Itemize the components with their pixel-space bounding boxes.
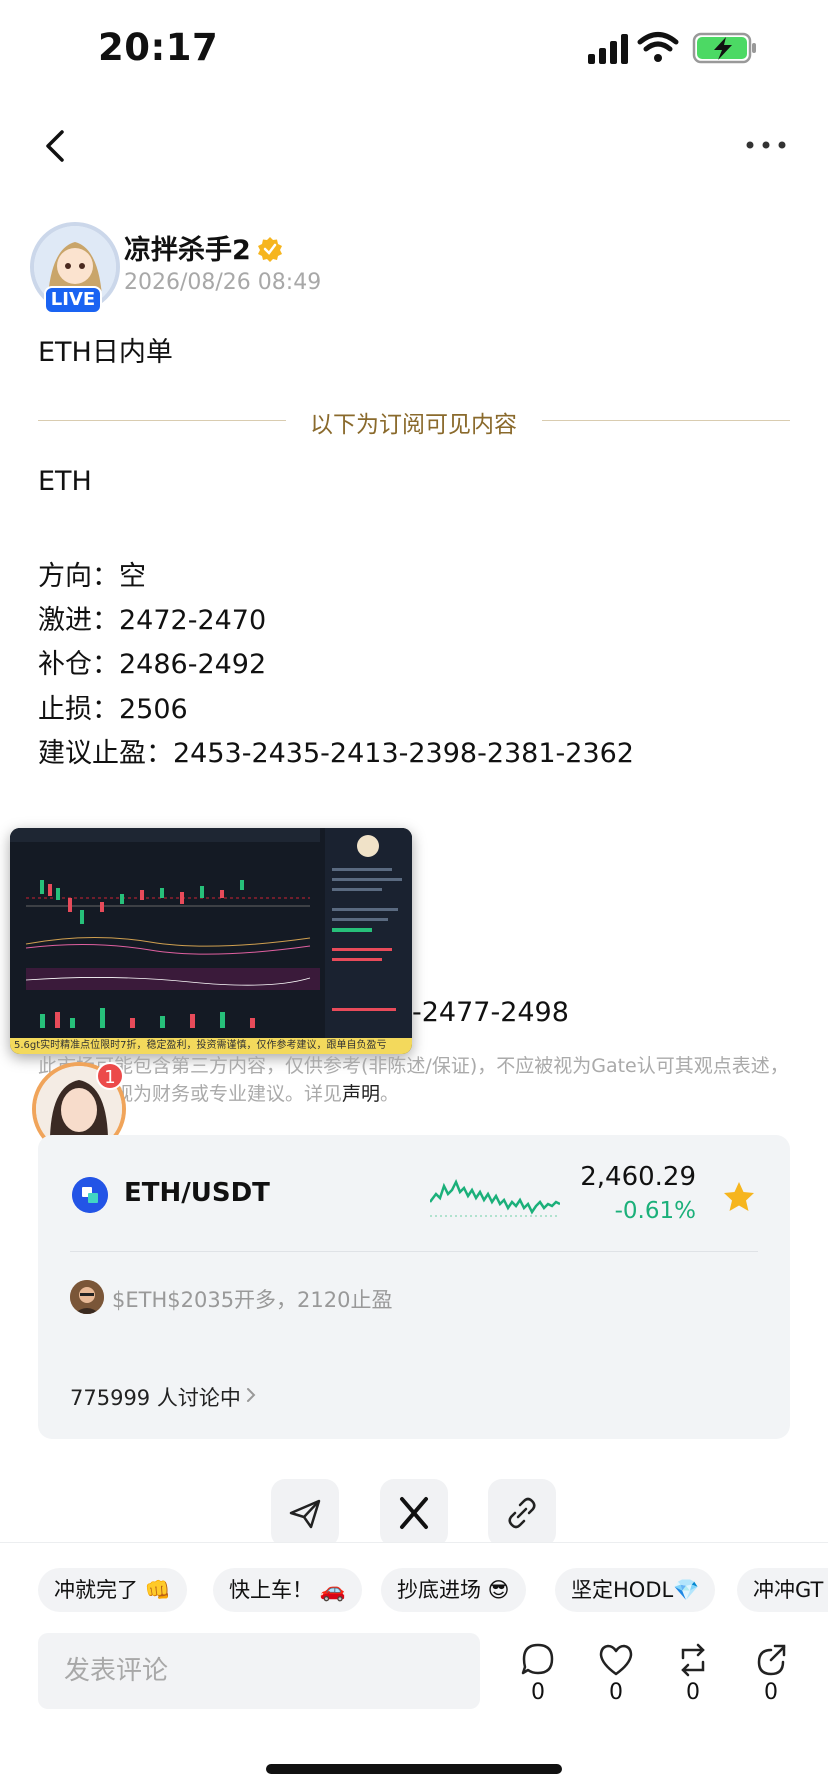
gate-token-icon [72,1177,108,1213]
back-icon[interactable] [38,128,74,164]
repost-count: 0 [686,1680,700,1705]
quick-reply-chip[interactable]: 冲冲GT [737,1568,828,1612]
verified-icon [258,237,282,262]
live-badge: LIVE [44,286,102,314]
pair-price: 2,460.29 [580,1162,696,1192]
share-count: 0 [764,1680,778,1705]
comment-count: 0 [531,1680,545,1705]
chevron-right-icon [247,1388,256,1402]
disclaimer-end: 。 [380,1083,400,1105]
chart-thumbnail-graphic [10,828,412,1038]
body-line: ETH [38,466,92,497]
quick-reply-chip[interactable]: 快上车！ 🚗 [213,1568,362,1612]
favorite-star-icon[interactable] [722,1180,756,1214]
price-sparkline [430,1178,560,1217]
body-line: 建议止盈：2453-2435-2413-2398-2381-2362 [38,738,634,769]
disclaimer-link[interactable]: 声明 [342,1083,380,1105]
body-line: 方向：空 [38,561,146,592]
link-icon [508,1497,536,1529]
divider-right [542,420,790,421]
body-line: 补仓：2486-2492 [38,649,267,680]
home-indicator[interactable] [266,1764,562,1774]
body-line-tail: -2477-2498 [412,997,569,1028]
like-count: 0 [609,1680,623,1705]
comment-icon[interactable] [518,1640,558,1680]
share-telegram-button[interactable] [271,1479,339,1547]
status-icons [588,32,756,64]
share-x-button[interactable] [380,1479,448,1547]
more-icon[interactable] [744,130,788,160]
card-divider [70,1251,758,1252]
share-icon[interactable] [751,1640,791,1680]
card-reply-preview[interactable]: $ETH$2035开多，2120止盈 [112,1284,393,1314]
x-logo-icon [400,1497,428,1529]
divider-left [38,420,286,421]
body-line: 激进：2472-2470 [38,605,267,636]
quick-reply-chip[interactable]: 坚定HODL💎 [555,1568,716,1612]
notification-badge: 1 [96,1062,124,1090]
author-name[interactable]: 凉拌杀手2 [124,228,251,267]
disclaimer: 此市场可能包含第三方内容，仅供参考(非陈述/保证)，不应被视为Gate认可其观点… [38,1052,790,1108]
subscription-divider-label: 以下为订阅可见内容 [310,412,517,438]
copy-link-button[interactable] [488,1479,556,1547]
disclaimer-text: 此市场可能包含第三方内容，仅供参考(非陈述/保证)，不应被视为Gate认可其观点… [38,1055,789,1105]
pair-label[interactable]: ETH/USDT [124,1178,270,1208]
commenter-avatar [70,1280,104,1314]
comment-input[interactable]: 发表评论 [38,1633,480,1709]
floating-chart-video[interactable]: 5.6gt实时精准点位限时7折，稳定盈利，投资需谨慎，仅作参考建议，跟单自负盈亏 [10,828,412,1054]
status-time: 20:17 [98,26,219,69]
quick-reply-chip[interactable]: 冲就完了 👊 [38,1568,187,1612]
repost-icon[interactable] [673,1640,713,1680]
pair-change: -0.61% [614,1198,696,1224]
send-icon [289,1499,321,1529]
quick-reply-chip[interactable]: 抄底进场 😎 [381,1568,526,1612]
post-title: ETH日内单 [38,337,173,368]
like-icon[interactable] [596,1640,636,1680]
discussion-count[interactable]: 775999 人讨论中 [70,1382,241,1412]
post-date: 2026/08/26 08:49 [124,270,322,295]
body-line: 止损：2506 [38,694,188,725]
